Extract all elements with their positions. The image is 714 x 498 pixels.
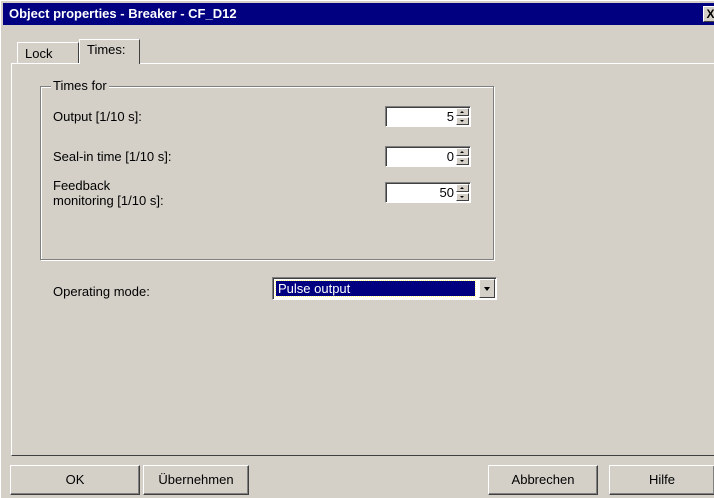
cancel-button[interactable]: Abbrechen: [488, 465, 598, 495]
seal-in-time-spin-buttons: [456, 148, 469, 165]
feedback-monitoring-spinbox[interactable]: 50: [385, 182, 471, 203]
spin-up-icon[interactable]: [456, 108, 469, 116]
output-time-label: Output [1/10 s]:: [53, 109, 142, 124]
tab-lock-label: Lock: [25, 46, 53, 61]
output-time-value[interactable]: 5: [447, 109, 454, 124]
title-bar[interactable]: Object properties - Breaker - CF_D12 X: [3, 3, 714, 25]
help-button[interactable]: Hilfe: [609, 465, 714, 495]
chevron-down-icon[interactable]: [479, 279, 495, 298]
feedback-monitoring-label-line2: monitoring [1/10 s]:: [53, 193, 164, 208]
window-title: Object properties - Breaker - CF_D12: [9, 6, 237, 21]
spin-down-icon[interactable]: [456, 117, 469, 125]
properties-dialog: Object properties - Breaker - CF_D12 X L…: [0, 0, 714, 498]
seal-in-time-spinbox[interactable]: 0: [385, 146, 471, 167]
spin-down-icon[interactable]: [456, 193, 469, 201]
spin-down-icon[interactable]: [456, 157, 469, 165]
close-icon[interactable]: X: [703, 6, 714, 22]
apply-button[interactable]: Übernehmen: [143, 465, 249, 495]
output-time-spinbox[interactable]: 5: [385, 106, 471, 127]
tab-times[interactable]: Times:: [79, 39, 140, 66]
spin-up-icon[interactable]: [456, 184, 469, 192]
operating-mode-select[interactable]: Pulse output: [272, 277, 497, 300]
tab-times-label: Times:: [87, 42, 126, 57]
times-group-legend: Times for: [51, 78, 109, 93]
feedback-monitoring-label-line1: Feedback: [53, 178, 111, 193]
seal-in-time-label: Seal-in time [1/10 s]:: [53, 149, 172, 164]
operating-mode-label: Operating mode:: [53, 284, 150, 299]
seal-in-time-value[interactable]: 0: [447, 149, 454, 164]
ok-button[interactable]: OK: [10, 465, 140, 495]
feedback-monitoring-value[interactable]: 50: [440, 185, 454, 200]
output-time-spin-buttons: [456, 108, 469, 125]
tab-lock[interactable]: Lock: [17, 42, 79, 63]
spin-up-icon[interactable]: [456, 148, 469, 156]
feedback-monitoring-spin-buttons: [456, 184, 469, 201]
operating-mode-selected[interactable]: Pulse output: [275, 280, 476, 297]
